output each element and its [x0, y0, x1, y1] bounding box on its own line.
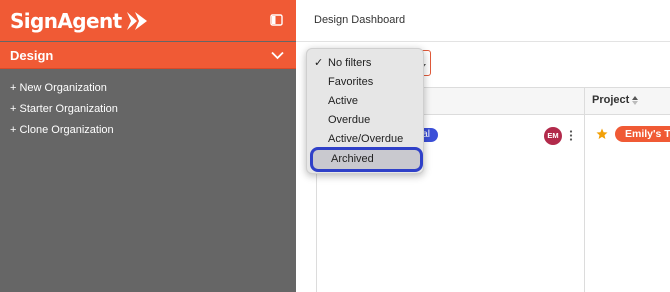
filter-option-favorites[interactable]: Favorites [307, 73, 425, 92]
filter-option-active[interactable]: Active [307, 92, 425, 111]
project-badge[interactable]: Emily's Te [615, 126, 670, 142]
filter-option-archived[interactable]: Archived [310, 147, 423, 172]
column-header-project-label: Project [592, 94, 630, 106]
sidebar: SignAgent Design + New Organization + St [0, 0, 296, 292]
avatar[interactable]: EM [544, 127, 562, 145]
filter-option-label: Overdue [328, 114, 371, 126]
column-divider [584, 87, 585, 292]
column-header-project[interactable]: Project [592, 94, 639, 106]
filter-option-label: Archived [331, 153, 374, 165]
menu-clone-organization[interactable]: + Clone Organization [10, 124, 118, 145]
brand-bar: SignAgent [0, 0, 296, 41]
more-vertical-icon[interactable] [568, 129, 574, 142]
filter-option-label: No filters [328, 57, 372, 69]
section-design[interactable]: Design [0, 42, 296, 69]
star-icon[interactable] [596, 128, 608, 140]
chevron-down-icon[interactable] [271, 51, 284, 60]
signagent-logo-icon [126, 11, 148, 31]
filter-option-no-filters[interactable]: ✓ No filters [307, 54, 425, 73]
filter-option-label: Active [328, 95, 358, 107]
menu-new-organization[interactable]: + New Organization [10, 82, 118, 103]
checkmark-icon: ✓ [314, 57, 324, 69]
page-title: Design Dashboard [314, 14, 406, 26]
section-title: Design [10, 48, 54, 63]
header: Design Dashboard [296, 0, 670, 42]
logo[interactable]: SignAgent [10, 9, 148, 33]
filter-option-label: Favorites [328, 76, 374, 88]
filter-dropdown: ✓ No filters Favorites Active Overdue Ac… [306, 48, 424, 174]
sidebar-collapse-icon[interactable] [270, 14, 283, 26]
sidebar-menu: + New Organization + Starter Organizatio… [10, 82, 118, 145]
menu-starter-organization[interactable]: + Starter Organization [10, 103, 118, 124]
filter-option-overdue[interactable]: Overdue [307, 111, 425, 130]
sort-arrows-icon[interactable] [632, 95, 639, 105]
logo-text: SignAgent [10, 9, 122, 33]
